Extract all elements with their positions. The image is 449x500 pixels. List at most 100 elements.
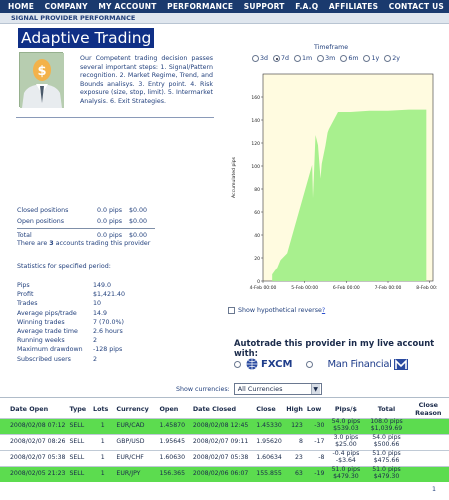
cell-pips: -0.4 pips -$3.64 [326, 449, 366, 466]
nav-faq[interactable]: F.A.Q [295, 2, 318, 11]
stat-label: Winning trades [17, 318, 65, 326]
stat-running-weeks: Running weeks 2 [17, 336, 125, 345]
stat-avg-trade-time: Average trade time 2.6 hours [17, 327, 125, 336]
y-tick-label: 100 [251, 164, 260, 170]
table-row[interactable]: 2008/02/07 08:26 SELL 1 GBP/USD 1.95645 2008/… [0, 433, 449, 450]
nav-affiliates[interactable]: AFFILIATES [329, 2, 378, 11]
cell-low: -8 [304, 449, 327, 466]
cell-open: 1.95645 [157, 433, 191, 450]
y-tick-label: 0 [257, 279, 260, 285]
pips: 0.0 pips [97, 232, 123, 239]
cell-currency: EUR/CHF [114, 449, 158, 466]
cell-date-closed: 2008/02/08 12:45 [190, 417, 255, 434]
positions-summary: Closed positions 0.0 pips $0.00 Open posit… [17, 205, 157, 241]
man-financial-name: Man Financial [327, 358, 392, 370]
cell-open: 1.45870 [157, 417, 191, 434]
radio-button[interactable] [252, 55, 259, 62]
nav-company[interactable]: COMPANY [45, 2, 88, 11]
col-type: Type [69, 405, 87, 413]
divider [0, 397, 449, 398]
period-stats: Pips 149.0 Profit $1,421.40 Trades 10 Avera… [17, 281, 125, 364]
timeframe-1m[interactable]: 1m [294, 55, 312, 62]
timeframe-option-label: 6m [348, 55, 359, 62]
provider-name: Adaptive Trading [18, 28, 155, 48]
y-axis-label: Accumulated pips [231, 156, 237, 198]
table-row[interactable]: 2008/02/05 21:23 SELL 1 EUR/JPY 156.365 2008/… [0, 465, 449, 482]
fxcm-logo[interactable]: FXCM [245, 358, 292, 370]
pips: 0.0 pips [97, 218, 123, 225]
stat-profit: Profit $1,421.40 [17, 290, 125, 299]
nav-support[interactable]: SUPPORT [244, 2, 285, 11]
cell-date-closed: 2008/02/07 09:11 [190, 433, 255, 450]
col-lots: Lots [93, 405, 109, 413]
nav-contact-us[interactable]: CONTACT US [389, 2, 444, 11]
pagination[interactable]: 1 [432, 486, 436, 493]
col-close-reason: Close Reason [415, 401, 442, 417]
man-financial-logo[interactable]: Man Financial [327, 358, 408, 370]
show-reverse-checkbox[interactable] [228, 307, 235, 314]
col-low: Low [306, 405, 322, 413]
cell-pips: 3.0 pips $25.00 [326, 433, 366, 450]
stat-value: 2.6 hours [93, 328, 123, 336]
y-tick-label: 20 [254, 256, 260, 262]
stats-title: Statistics for specified period: [17, 263, 111, 270]
stat-value: 149.0 [93, 282, 112, 290]
globe-icon [246, 358, 258, 370]
stat-label: Average trade time [17, 328, 78, 336]
divider [16, 117, 214, 118]
col-currency: Currency [116, 405, 149, 413]
cell-open: 156.365 [157, 465, 191, 482]
row-open-positions: Open positions 0.0 pips $0.00 [17, 216, 157, 227]
cell-pips: 54.0 pips $539.03 [326, 417, 366, 434]
total-usd: $475.66 [373, 457, 400, 464]
cell-close: 1.60634 [254, 449, 285, 466]
timeframe-3m[interactable]: 3m [317, 55, 335, 62]
help-link[interactable]: ? [322, 307, 325, 314]
radio-button[interactable] [317, 55, 325, 62]
nav-performance[interactable]: PERFORMANCE [167, 2, 233, 11]
timeframe-3d[interactable]: 3d [252, 55, 268, 62]
stat-max-drawdown: Maximum drawdown -128 pips [17, 345, 125, 354]
stat-avg-pips: Average pips/trade 14.9 [17, 309, 125, 318]
cell-lots: 1 [91, 433, 115, 450]
pips-usd: $479.30 [333, 473, 359, 481]
radio-button[interactable] [384, 55, 392, 62]
divider [17, 228, 155, 229]
table-row[interactable]: 2008/02/08 07:12 SELL 1 EUR/CAD 1.45870 2008/… [0, 417, 449, 434]
radio-button[interactable] [294, 55, 302, 62]
top-nav: HOME COMPANY MY ACCOUNT PERFORMANCE SUPP… [0, 0, 449, 13]
radio-button[interactable] [273, 55, 281, 62]
cell-date-open: 2008/02/07 05:38 [0, 449, 68, 466]
timeframe-option-label: 2y [392, 55, 400, 62]
timeframe-6m[interactable]: 6m [340, 55, 358, 62]
fxcm-radio[interactable] [234, 360, 241, 368]
nav-my-account[interactable]: MY ACCOUNT [98, 2, 156, 11]
stat-label: Pips [17, 282, 30, 290]
cell-total: 51.0 pips $479.30 [365, 465, 408, 482]
nav-home[interactable]: HOME [8, 2, 34, 11]
cell-lots: 1 [91, 465, 115, 482]
stat-subscribed-users: Subscribed users 2 [17, 355, 125, 364]
cell-close: 155.855 [254, 465, 285, 482]
stat-label: Average pips/trade [17, 309, 77, 317]
timeframe-1y[interactable]: 1y [363, 55, 379, 62]
cell-date-open: 2008/02/08 07:12 [0, 417, 68, 434]
y-tick-label: 140 [251, 118, 260, 124]
stat-value: 14.9 [93, 309, 108, 317]
y-tick-label: 60 [254, 210, 260, 216]
show-reverse-option[interactable]: Show hypothetical reverse? [228, 307, 325, 314]
timeframe-2y[interactable]: 2y [384, 55, 400, 62]
stat-label: Subscribed users [17, 355, 71, 363]
table-row[interactable]: 2008/02/07 05:38 SELL 1 EUR/CHF 1.60630 2008/… [0, 449, 449, 466]
radio-button[interactable] [363, 55, 371, 62]
man-financial-radio[interactable] [306, 360, 314, 368]
timeframe-7d[interactable]: 7d [273, 55, 289, 62]
y-tick-label: 40 [254, 233, 260, 239]
trades-table: Date Open Type Lots Currency Open Date C… [0, 402, 449, 482]
currency-select[interactable]: All Currencies ▼ [233, 383, 322, 395]
col-high: High [286, 405, 303, 413]
traders-count-text: There are 3 accounts trading this provid… [17, 240, 150, 247]
cell-type: SELL [67, 417, 92, 434]
stat-label: Running weeks [17, 337, 65, 345]
radio-button[interactable] [340, 55, 348, 62]
